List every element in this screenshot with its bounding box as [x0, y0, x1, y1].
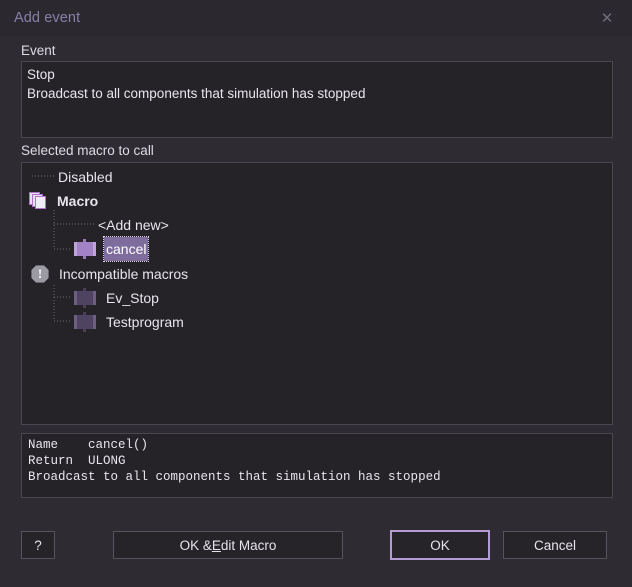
help-button[interactable]: ?: [21, 531, 55, 559]
macro-tree-panel[interactable]: Disabled Macro <Add new> cancel ! Incomp…: [21, 162, 613, 425]
tree-item-macro[interactable]: Macro: [29, 189, 98, 213]
macro-block-icon: [72, 288, 98, 308]
tree-item-label: Testprogram: [106, 314, 184, 330]
tree-item-label: Incompatible macros: [59, 266, 189, 282]
tree-item-label: <Add new>: [98, 217, 169, 233]
tree-item-ev-stop[interactable]: Ev_Stop: [72, 286, 159, 310]
signature-return-line: Return ULONG: [28, 454, 126, 468]
ok-and-edit-macro-button[interactable]: OK & Edit Macro: [113, 531, 343, 559]
ok-edit-label-pre: OK &: [179, 537, 212, 553]
ok-edit-label-accel: E: [211, 537, 221, 553]
warning-icon: !: [30, 264, 50, 284]
macro-stack-icon: [29, 192, 49, 210]
close-icon[interactable]: ✕: [592, 8, 622, 30]
ok-edit-label-post: dit Macro: [220, 537, 277, 553]
tree-item-testprogram[interactable]: Testprogram: [72, 310, 184, 334]
tree-item-incompatible-macros[interactable]: ! Incompatible macros: [30, 262, 188, 286]
tree-item-label: Ev_Stop: [106, 290, 159, 306]
signature-name-line: Name cancel(): [28, 438, 149, 452]
dialog-title: Add event: [14, 10, 81, 26]
event-name-line: Stop: [27, 67, 55, 82]
macro-block-icon: [72, 312, 98, 332]
tree-item-label: cancel: [102, 236, 150, 262]
cancel-button[interactable]: Cancel: [503, 531, 607, 559]
event-description-box[interactable]: Stop Broadcast to all components that si…: [21, 61, 613, 138]
event-section-label: Event: [21, 43, 56, 58]
macro-signature-box: Name cancel() Return ULONG Broadcast to …: [21, 433, 613, 498]
ok-button[interactable]: OK: [390, 530, 490, 560]
tree-item-label: Macro: [57, 193, 99, 209]
tree-item-add-new[interactable]: <Add new>: [98, 213, 169, 237]
dialog-titlebar: Add event ✕: [0, 0, 632, 36]
macro-section-label: Selected macro to call: [21, 143, 154, 158]
add-event-dialog: Add event ✕ Event Stop Broadcast to all …: [0, 0, 632, 587]
event-description-line: Broadcast to all components that simulat…: [27, 86, 366, 101]
signature-description-line: Broadcast to all components that simulat…: [28, 470, 441, 484]
macro-block-icon: [72, 239, 98, 259]
tree-item-disabled[interactable]: Disabled: [58, 165, 112, 189]
tree-item-cancel[interactable]: cancel: [72, 236, 150, 262]
tree-item-label: Disabled: [58, 169, 113, 185]
